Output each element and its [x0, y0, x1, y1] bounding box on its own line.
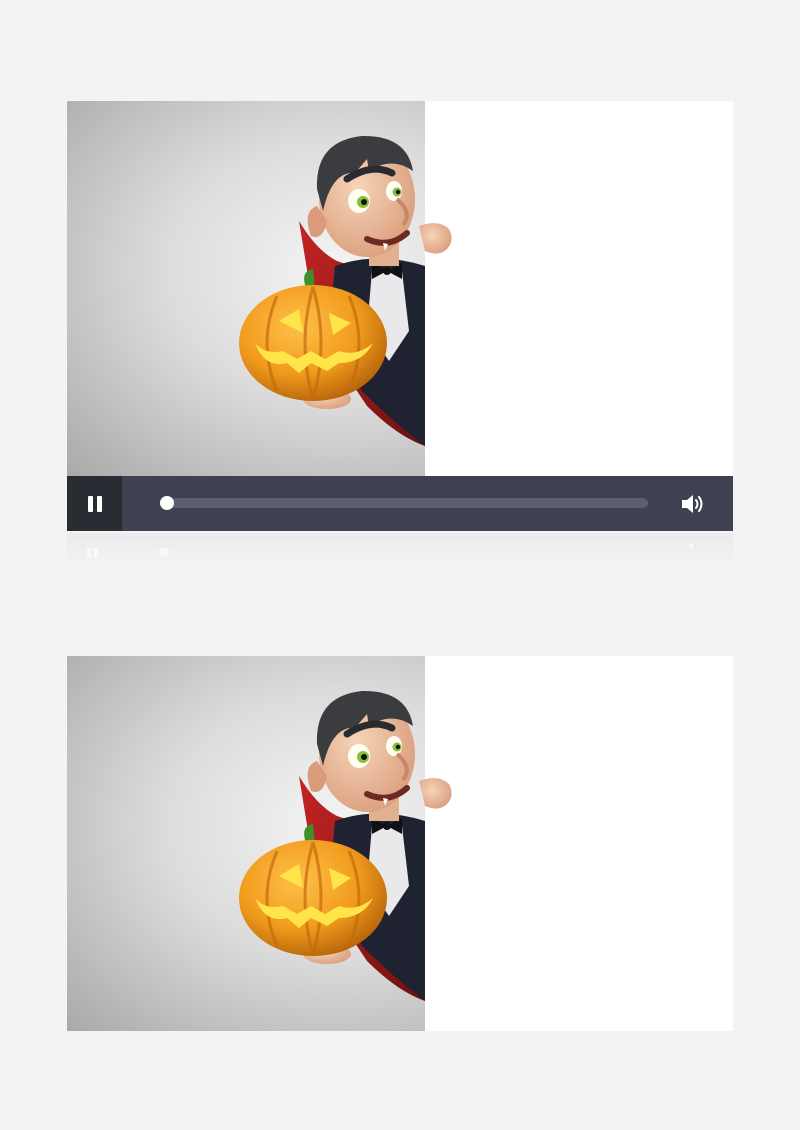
vampire-with-pumpkin-illustration	[67, 656, 467, 1031]
video-controls-bar	[67, 476, 733, 531]
pause-icon	[87, 495, 93, 512]
progress-handle[interactable]	[160, 496, 174, 510]
volume-icon[interactable]	[679, 490, 707, 518]
white-board	[425, 101, 733, 476]
pause-button[interactable]	[67, 476, 122, 531]
controls-reflection	[67, 533, 733, 573]
vampire-with-pumpkin-illustration	[67, 101, 467, 476]
video-frame[interactable]	[67, 101, 733, 476]
progress-bar[interactable]	[160, 496, 648, 510]
white-board	[425, 656, 733, 1031]
video-frame-preview	[67, 656, 733, 1031]
